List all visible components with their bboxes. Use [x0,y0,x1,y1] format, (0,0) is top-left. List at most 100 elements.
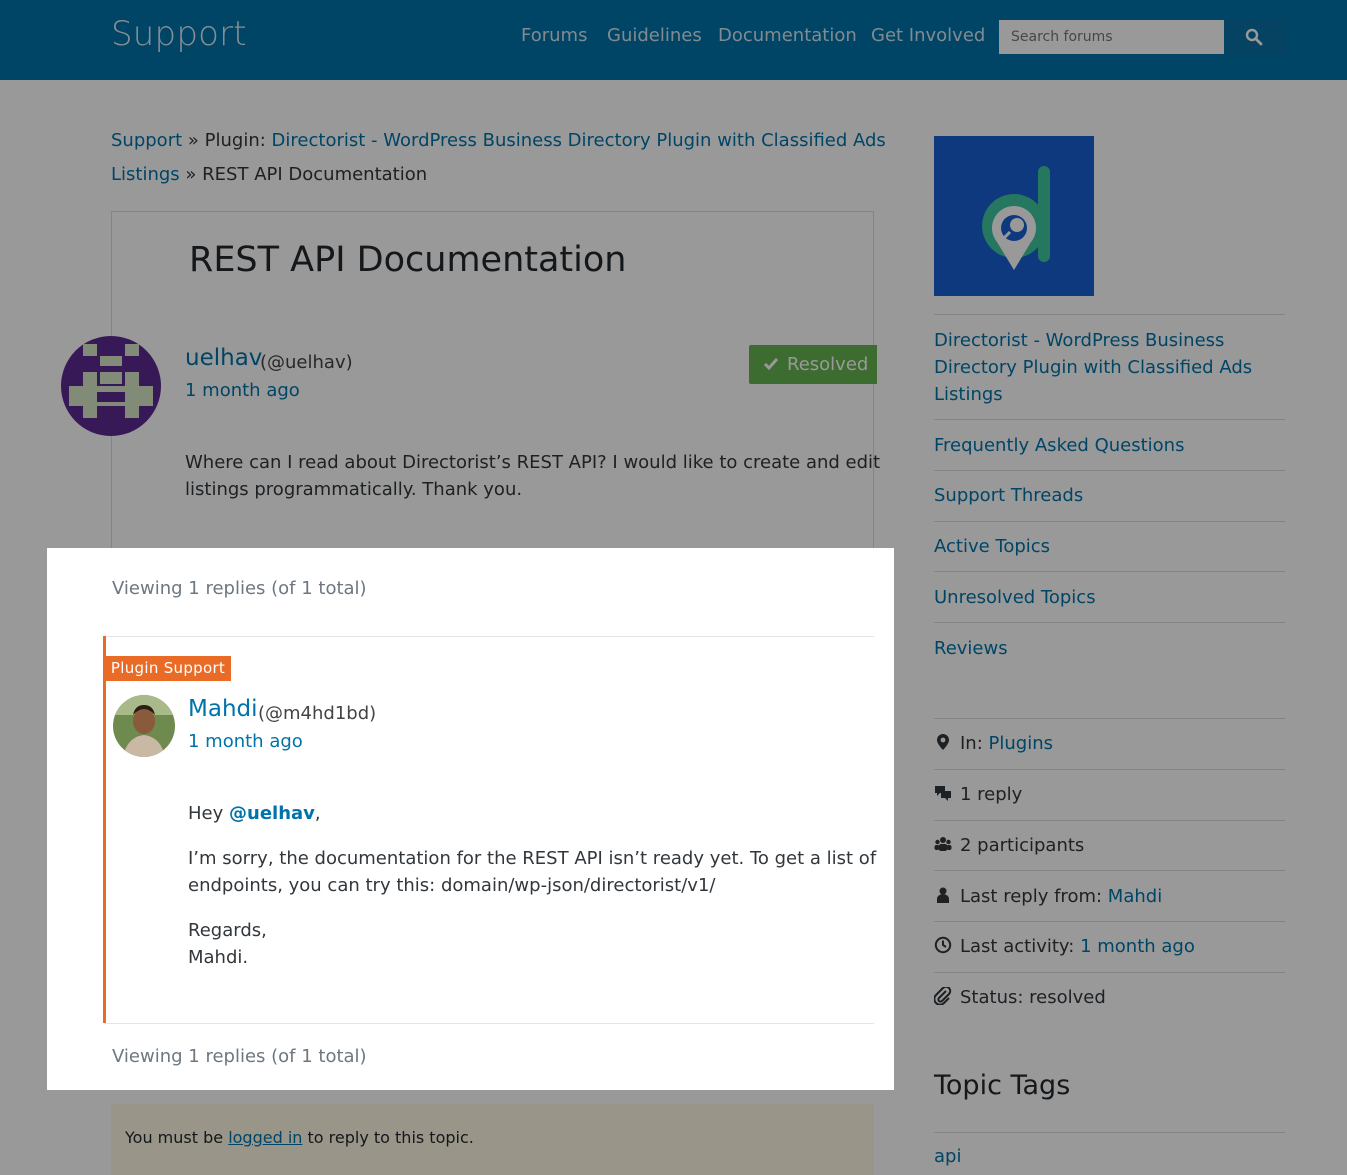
clock-icon [934,936,952,954]
sidebar-divider [934,769,1285,770]
login-notice: You must be logged in to reply to this t… [111,1104,874,1175]
meta-status: Status: resolved [934,987,1106,1008]
sidebar-divider [934,521,1285,522]
dim-overlay [0,548,47,1175]
paperclip-icon [934,987,952,1005]
sidebar-item-active-topics[interactable]: Active Topics [934,533,1264,560]
groups-icon [934,837,952,851]
topic-body: Where can I read about Directorist’s RES… [185,449,880,503]
search-input[interactable] [999,20,1224,54]
meta-last-activity: Last activity: 1 month ago [934,936,1195,957]
avatar[interactable] [61,336,161,436]
resolved-label: Resolved [787,354,869,375]
sidebar-item-support-threads[interactable]: Support Threads [934,482,1264,509]
reply-time-link[interactable]: 1 month ago [188,731,303,752]
notice-text-after: to reply to this topic. [307,1128,474,1147]
meta-forum-link[interactable]: Plugins [989,733,1053,754]
search-button[interactable] [1224,20,1285,54]
topic-tags-heading: Topic Tags [934,1070,1071,1101]
sidebar-divider [934,419,1285,420]
sidebar-divider [934,571,1285,572]
nav-get-involved[interactable]: Get Involved [871,25,985,46]
sidebar-divider [934,718,1285,719]
meta-last-reply-label: Last reply from: [960,886,1103,907]
meta-forum: In: Plugins [934,733,1053,754]
reply-signature: Regards, Mahdi. [188,917,267,971]
notice-text-before: You must be [125,1128,224,1147]
plugin-logo[interactable] [934,136,1094,296]
reply-author-handle: (@m4hd1bd) [258,703,377,724]
user-icon [937,887,949,903]
replies-panel [47,548,894,1090]
identicon-avatar [61,336,161,436]
logged-in-link[interactable]: logged in [228,1128,302,1147]
meta-last-reply: Last reply from: Mahdi [934,886,1162,907]
user-photo-avatar [113,695,175,757]
meta-participants-text: 2 participants [960,835,1085,856]
resolved-badge: Resolved [749,345,877,384]
meta-last-activity-label: Last activity: [960,936,1075,957]
reply-greeting-end: , [314,803,321,824]
sidebar-divider [934,870,1285,871]
directorist-logo-icon [934,136,1094,296]
breadcrumb: Support » Plugin: Directorist - WordPres… [111,130,886,151]
topic-title: REST API Documentation [189,240,627,280]
comments-icon [935,786,951,801]
breadcrumb-plugin[interactable]: Directorist - WordPress Business Directo… [272,130,886,151]
sidebar-divider [934,1132,1285,1133]
reply-greeting: Hey @uelhav, [188,800,321,827]
topic-body-line: Where can I read about Directorist’s RES… [185,452,881,473]
topic-author-handle: (@uelhav) [260,352,353,373]
site-title[interactable]: Support [111,14,247,54]
reply-divider [104,1023,874,1024]
reply-body-line: endpoints, you can try this: domain/wp-j… [188,875,716,896]
sidebar-item-unresolved-topics[interactable]: Unresolved Topics [934,584,1264,611]
breadcrumb-support[interactable]: Support [111,130,182,151]
nav-forums[interactable]: Forums [521,25,587,46]
sidebar-item-reviews[interactable]: Reviews [934,635,1264,662]
sidebar-plugin-link[interactable]: Directorist - WordPress Business Directo… [934,327,1264,408]
check-icon [763,358,779,371]
reply-divider [104,636,874,637]
meta-participants: 2 participants [934,835,1084,856]
meta-last-reply-link[interactable]: Mahdi [1108,886,1162,907]
breadcrumb-plugin-prefix: Plugin: [204,130,266,151]
topic-body-line: listings programmatically. Thank you. [185,479,523,500]
sidebar-divider [934,820,1285,821]
breadcrumb-separator: » [187,130,199,151]
sidebar-divider [934,622,1285,623]
site-header: Support Forums Guidelines Documentation … [0,0,1347,80]
login-notice-text: You must be logged in to reply to this t… [125,1128,474,1147]
viewing-count: Viewing 1 replies (of 1 total) [112,1046,367,1067]
viewing-count: Viewing 1 replies (of 1 total) [112,578,367,599]
reply-body-line: I’m sorry, the documentation for the RES… [188,848,877,869]
sidebar-divider [934,972,1285,973]
reply-signature-line: Mahdi. [188,947,249,968]
sidebar-divider [934,314,1285,315]
sidebar-divider [934,921,1285,922]
topic-author-name[interactable]: uelhav [185,345,262,371]
breadcrumb-line2: Listings » REST API Documentation [111,164,427,185]
reply-signature-line: Regards, [188,920,267,941]
nav-documentation[interactable]: Documentation [718,25,857,46]
nav-guidelines[interactable]: Guidelines [607,25,702,46]
meta-in-label: In: [960,733,983,754]
meta-status-text: Status: resolved [960,987,1106,1008]
meta-last-activity-link[interactable]: 1 month ago [1080,936,1195,957]
mention-link[interactable]: @uelhav [229,803,315,824]
sidebar-item-faq[interactable]: Frequently Asked Questions [934,432,1264,459]
plugin-support-badge: Plugin Support [105,656,231,681]
meta-replies-text: 1 reply [960,784,1023,805]
breadcrumb-separator: » [185,164,197,185]
location-pin-icon [937,734,949,750]
reply-body: I’m sorry, the documentation for the RES… [188,845,876,899]
breadcrumb-plugin-cont[interactable]: Listings [111,164,180,185]
tag-api[interactable]: api [934,1146,961,1167]
meta-replies: 1 reply [934,784,1022,805]
avatar[interactable] [113,695,175,757]
reply-accent-bar [103,636,106,1023]
reply-author-name[interactable]: Mahdi [188,696,258,722]
topic-time-link[interactable]: 1 month ago [185,380,300,401]
search-icon [1245,28,1263,46]
sidebar-divider [934,470,1285,471]
